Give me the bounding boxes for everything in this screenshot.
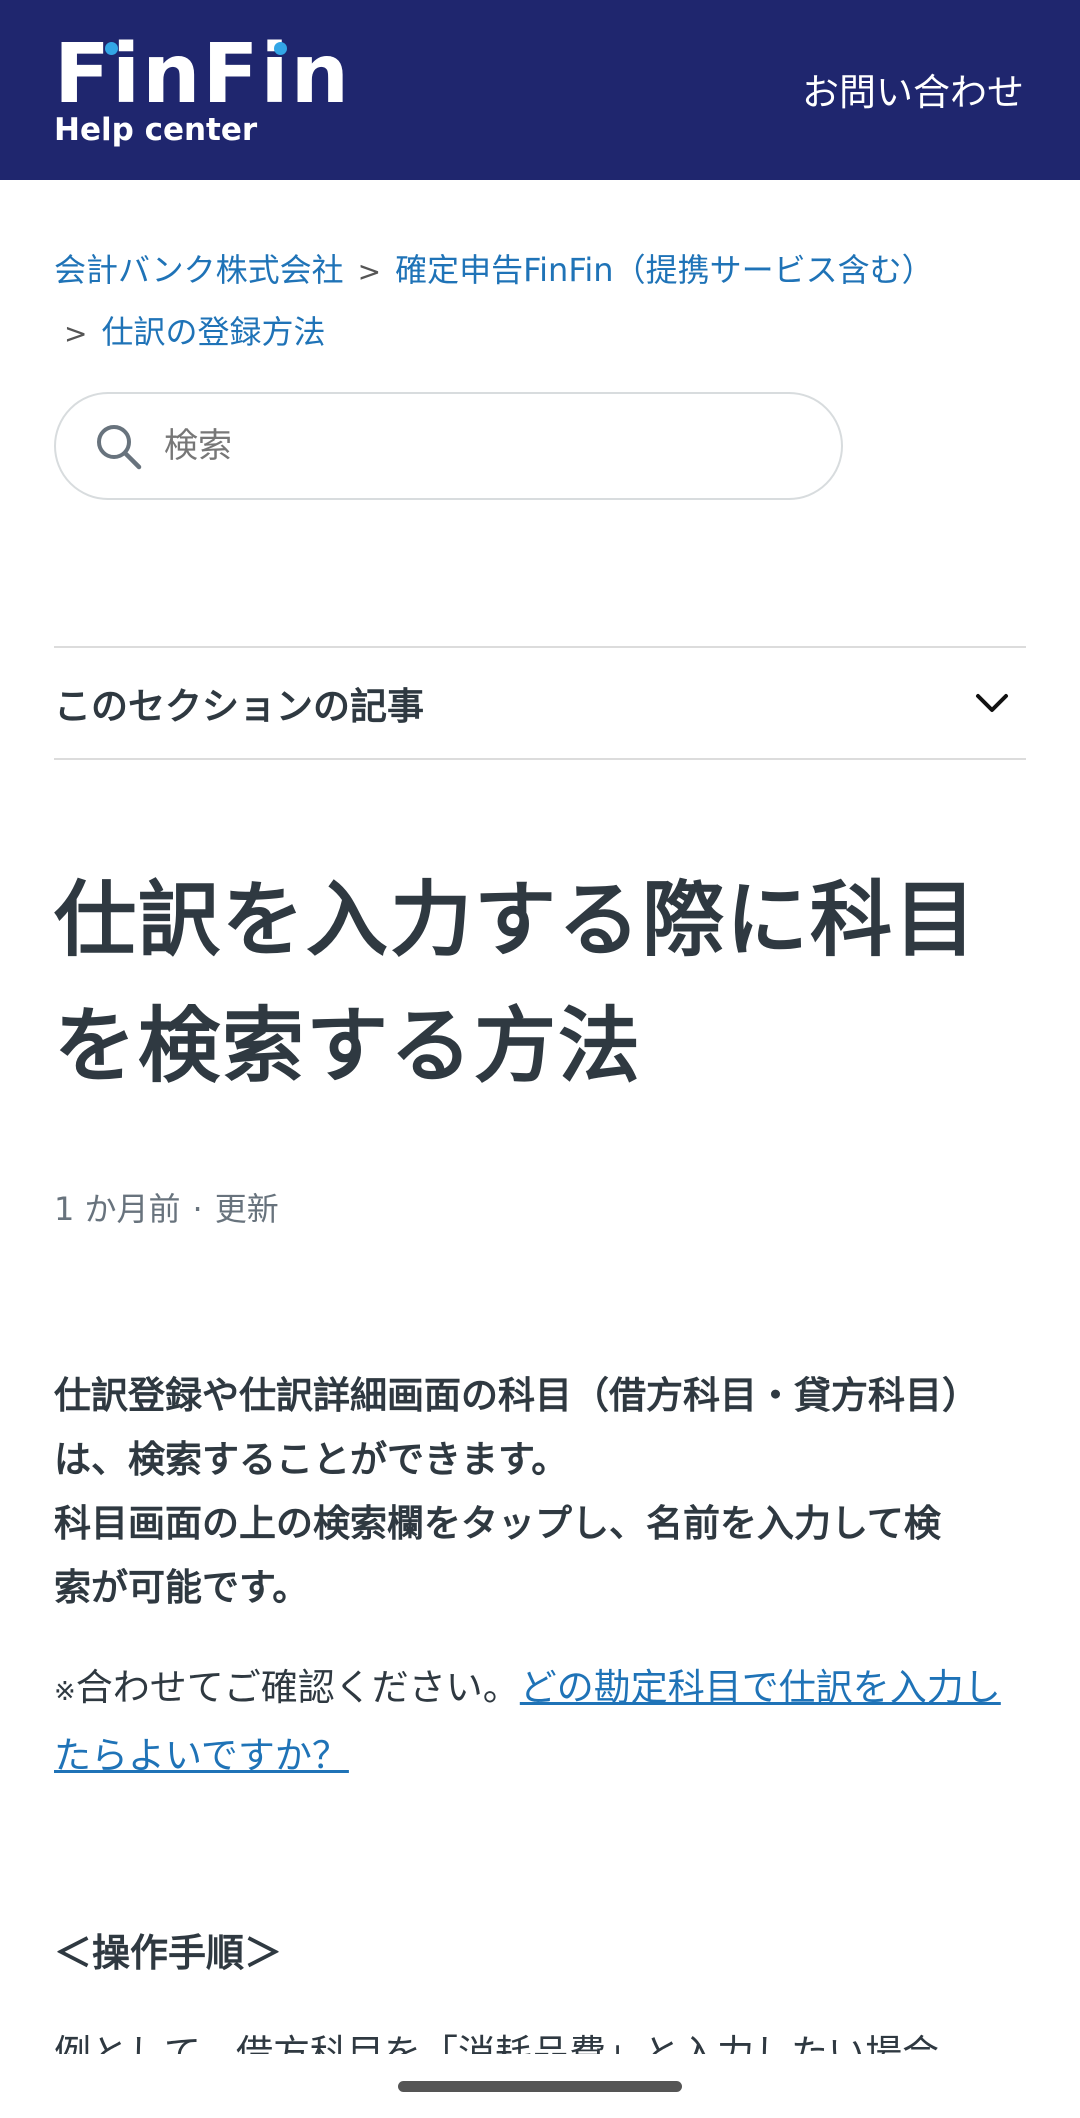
article-meta: 1 か月前 · 更新 xyxy=(54,1184,279,1230)
updated-label: 更新 xyxy=(214,1190,279,1228)
body-line: 索が可能です。 xyxy=(54,1566,310,1609)
breadcrumb-item-company[interactable]: 会計バンク株式会社 xyxy=(54,251,344,289)
breadcrumb: 会計バンク株式会社 > 確定申告FinFin（提携サービス含む） > 仕訳の登録方法 xyxy=(54,240,1034,364)
related-note: ※合わせてご確認ください。どの勘定科目で仕訳を入力したらよいですか？ xyxy=(54,1656,1034,1788)
search-icon xyxy=(97,425,142,470)
contact-link[interactable]: お問い合わせ xyxy=(802,62,1024,116)
article-body-paragraph: 仕訳登録や仕訳詳細画面の科目（借方科目・貸方科目） は、検索することができます。… xyxy=(54,1364,1034,1620)
logo-dot-left xyxy=(105,42,118,55)
breadcrumb-separator: > xyxy=(64,317,88,350)
home-indicator[interactable] xyxy=(398,2081,682,2092)
logo-dot-right xyxy=(274,42,287,55)
search-input[interactable] xyxy=(164,426,784,466)
note-text: 合わせてご確認ください。 xyxy=(75,1666,520,1709)
breadcrumb-separator: > xyxy=(357,255,382,288)
cutoff-body-text: 例として、借方科目を「消耗品費」と入力したい場合 xyxy=(54,2032,940,2054)
body-line: 科目画面の上の検索欄をタップし、名前を入力して検 xyxy=(54,1502,941,1545)
body-line: は、検索することができます。 xyxy=(54,1438,569,1481)
meta-separator-dot: · xyxy=(192,1190,203,1228)
site-header: FinFin Help center お問い合わせ xyxy=(0,0,1080,180)
section-articles-label: このセクションの記事 xyxy=(54,685,424,728)
breadcrumb-item-section[interactable]: 仕訳の登録方法 xyxy=(101,313,325,351)
help-center-page: FinFin Help center お問い合わせ 会計バンク株式会社 > 確定申告… xyxy=(0,0,1080,2118)
body-line: 仕訳登録や仕訳詳細画面の科目（借方科目・貸方科目） xyxy=(54,1374,979,1417)
steps-heading: ＜操作手順＞ xyxy=(54,1931,283,1975)
logo-wordmark: FinFin xyxy=(54,27,351,122)
breadcrumb-item-category[interactable]: 確定申告FinFin（提携サービス含む） xyxy=(395,251,934,289)
updated-time: 1 か月前 xyxy=(54,1190,181,1228)
note-mark: ※ xyxy=(54,1677,76,1707)
finfin-logo[interactable]: FinFin Help center xyxy=(54,27,351,149)
chevron-down-icon xyxy=(976,694,1008,712)
search-box[interactable] xyxy=(54,392,843,500)
article-title: 仕訳を入力する際に科目を検索する方法 xyxy=(54,873,979,1094)
section-articles-toggle[interactable]: このセクションの記事 xyxy=(54,646,1026,760)
